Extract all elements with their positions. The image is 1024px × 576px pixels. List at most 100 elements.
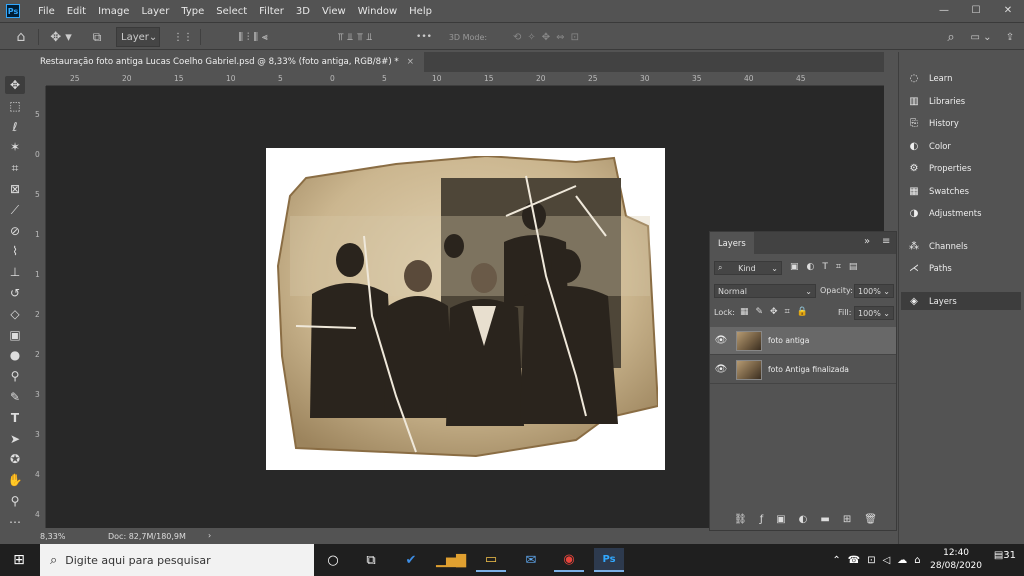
windows-start-icon[interactable]: ⊞ [4,548,34,572]
photoshop-taskbar-icon[interactable]: Ps [594,548,624,572]
shape-tool-icon[interactable]: ✪ [5,450,25,468]
file-explorer-icon[interactable]: ▭ [476,548,506,572]
fill-field[interactable]: 100% ⌄ [854,306,894,320]
chrome-icon[interactable]: ◉ [554,548,584,572]
clock[interactable]: 12:40 28/08/2020 [930,547,982,573]
taskbar-search[interactable]: ⌕ Digite aqui para pesquisar [40,544,314,576]
tab-layers[interactable]: Layers [710,232,754,254]
distribute-icons[interactable]: ⫪⫫⫪⫫ [312,27,402,47]
marquee-tool-icon[interactable]: ⬚ [5,97,25,115]
lightbulb-icon: ◌ [909,72,919,84]
magic-wand-tool-icon[interactable]: ✶ [5,138,25,156]
type-tool-icon[interactable]: T [5,409,25,427]
more-tools-icon[interactable]: ⋯ [5,513,25,531]
search-icon[interactable]: ⌕ [940,27,962,47]
zoom-level[interactable]: 8,33% [40,532,65,541]
move-tool-icon[interactable]: ✥ [5,76,25,94]
crop-tool-icon[interactable]: ⌗ [5,159,25,177]
healing-brush-tool-icon[interactable]: ⊘ [5,222,25,240]
cortana-icon[interactable]: ○ [318,548,348,572]
system-tray-icons[interactable]: ⌃☎⊡◁☁⌂ [810,548,950,572]
menu-window[interactable]: Window [352,6,403,17]
blend-mode-select[interactable]: Normal ⌄ [714,284,816,298]
blur-tool-icon[interactable]: ● [5,346,25,364]
menu-file[interactable]: File [32,6,61,17]
eraser-tool-icon[interactable]: ◇ [5,305,25,323]
opacity-field[interactable]: 100% ⌄ [854,284,894,298]
share-icon[interactable]: ⇪ [1000,27,1020,47]
panel-learn-label: Learn [929,73,953,83]
panel-adjustments[interactable]: ◑ Adjustments [907,204,982,222]
menu-layer[interactable]: Layer [135,6,175,17]
menu-filter[interactable]: Filter [253,6,290,17]
align-icons[interactable]: ⫼⫶⫼⫷ [210,27,300,47]
move-tool-icon[interactable]: ✥ ▾ [46,27,76,47]
zoom-tool-icon[interactable]: ⚲ [5,492,25,510]
chart-app-icon[interactable]: ▁▅▇ [436,548,466,572]
collapse-icon[interactable]: » [864,236,870,247]
maximize-button[interactable]: ☐ [960,0,992,22]
filter-type-icons[interactable]: ▣◐T⌗▤ [790,262,865,272]
menu-edit[interactable]: Edit [61,6,92,17]
ruler-label: 4 [35,510,40,519]
todo-app-icon[interactable]: ✔ [396,548,426,572]
date: 28/08/2020 [930,561,982,571]
path-selection-tool-icon[interactable]: ➤ [5,430,25,448]
task-view-icon[interactable]: ⧉ [356,548,386,572]
pen-tool-icon[interactable]: ✎ [5,388,25,406]
layer-select-value: Layer [121,31,149,43]
layers-icon: ◈ [910,295,918,307]
panel-libraries[interactable]: ▥ Libraries [907,92,965,110]
layer-row[interactable]: 👁 foto antiga [710,327,896,355]
menu-3d[interactable]: 3D [290,6,316,17]
history-brush-tool-icon[interactable]: ↺ [5,284,25,302]
more-options-button[interactable]: ••• [412,27,436,47]
mail-icon[interactable]: ✉ [516,548,546,572]
close-icon[interactable]: × [407,57,414,67]
ruler-label: 2 [35,350,40,359]
ruler-label: 20 [122,74,132,83]
notifications-icon[interactable]: ▤31 [994,550,1016,561]
3d-tools-icons: ⟲✧✥⇔⊡ [513,31,585,43]
lock-icons[interactable]: ▦✎✥⌗🔒 [740,307,815,317]
hand-tool-icon[interactable]: ✋ [5,471,25,489]
ruler-label: 35 [692,74,702,83]
lasso-tool-icon[interactable]: ℓ [5,118,25,136]
gradient-tool-icon[interactable]: ▣ [5,326,25,344]
brush-tool-icon[interactable]: ⌇ [5,242,25,260]
menu-help[interactable]: Help [403,6,438,17]
layer-row[interactable]: 👁 foto Antiga finalizada [710,356,896,384]
eye-icon[interactable]: 👁 [710,364,732,375]
panel-learn[interactable]: ◌ Learn [907,69,953,87]
dodge-tool-icon[interactable]: ⚲ [5,367,25,385]
document-canvas[interactable] [266,148,665,470]
panel-layers[interactable]: ◈ Layers [901,292,1021,310]
layer-actions[interactable]: ⛓ƒ▣◐▬⊞🗑 [734,514,890,525]
tab-document[interactable]: Restauração foto antiga Lucas Coelho Gab… [34,52,424,72]
chevron-right-icon[interactable]: › [208,531,211,540]
menu-type[interactable]: Type [175,6,210,17]
eyedropper-tool-icon[interactable]: ⟋ [5,201,25,219]
transform-controls-icon[interactable]: ⋮⋮ [172,27,194,47]
panel-paths[interactable]: ⋌ Paths [907,259,952,277]
eye-icon[interactable]: 👁 [710,335,732,346]
menu-select[interactable]: Select [210,6,253,17]
clone-stamp-tool-icon[interactable]: ⊥ [5,263,25,281]
panel-menu-icon[interactable]: ≡ [882,236,890,247]
auto-select-icon[interactable]: ⧉ [86,27,108,47]
minimize-button[interactable]: — [928,0,960,22]
layer-select[interactable]: Layer ⌄ [116,27,160,47]
workspace-icon[interactable]: ▭ ⌄ [966,27,996,47]
home-icon[interactable]: ⌂ [10,27,32,47]
panel-channels[interactable]: ⁂ Channels [907,237,968,255]
menu-image[interactable]: Image [92,6,135,17]
layer-filter[interactable]: ⌕ Kind ⌄ [714,261,782,275]
frame-tool-icon[interactable]: ⊠ [5,180,25,198]
panel-properties[interactable]: ⚙ Properties [907,159,972,177]
panel-swatches[interactable]: ▦ Swatches [907,182,969,200]
menu-view[interactable]: View [316,6,352,17]
close-button[interactable]: ✕ [992,0,1024,22]
panel-color[interactable]: ◐ Color [907,137,951,155]
ruler-label: 15 [174,74,184,83]
panel-history[interactable]: ⎘ History [907,114,959,132]
